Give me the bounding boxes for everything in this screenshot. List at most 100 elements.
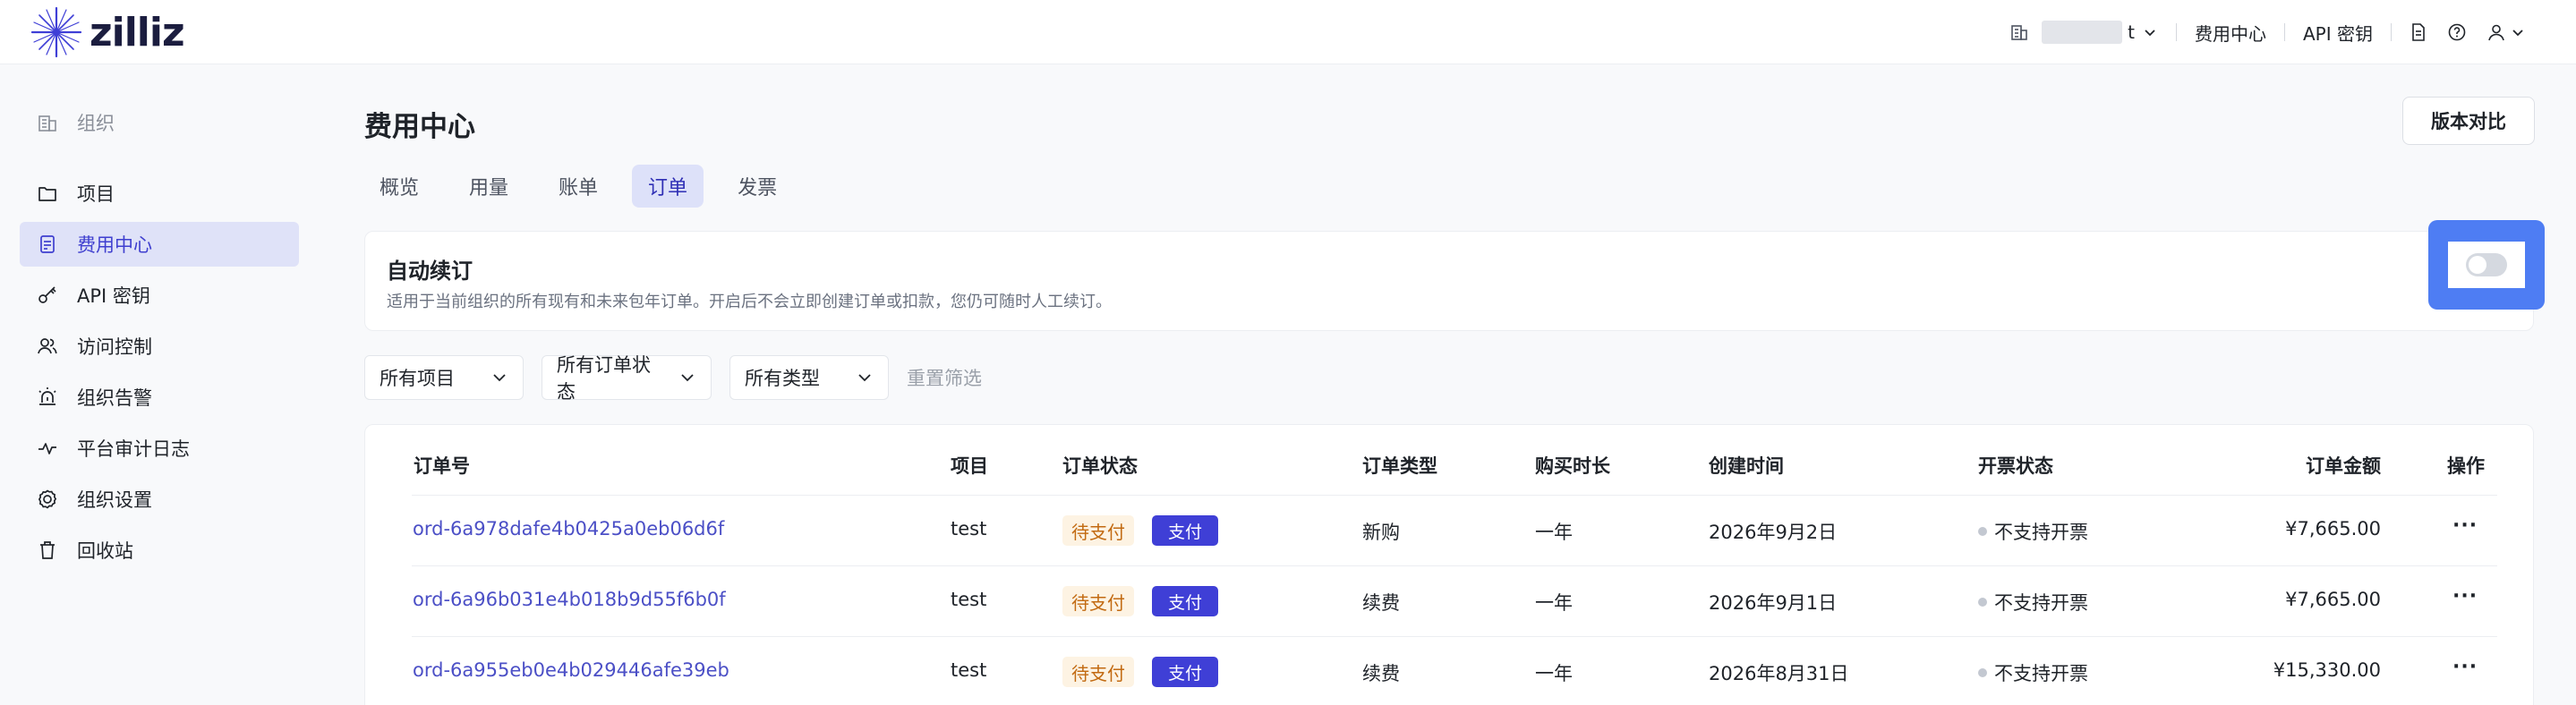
tab-orders[interactable]: 订单 <box>632 165 704 208</box>
divider <box>2391 23 2392 41</box>
pay-button[interactable]: 支付 <box>1152 657 1218 687</box>
row-divider <box>412 495 2497 496</box>
order-duration: 一年 <box>1535 522 1573 543</box>
sidebar-item-api-keys[interactable]: API 密钥 <box>20 273 299 318</box>
auto-renew-toggle-highlight <box>2428 220 2545 310</box>
sidebar-item-access-control[interactable]: 访问控制 <box>20 324 299 369</box>
alarm-icon <box>36 386 59 409</box>
document-icon <box>2410 22 2427 42</box>
status-badge: 待支付 <box>1062 657 1134 687</box>
invoice-status: 不支持开票 <box>1978 659 2088 686</box>
help-button[interactable] <box>2447 22 2467 42</box>
sidebar-item-org[interactable]: 组织 <box>20 100 299 145</box>
sidebar: 组织 项目 费用中心 API 密钥 访问控制 组织告警 平台审计日志 组织设置 … <box>0 64 322 705</box>
order-created: 2026年8月31日 <box>1709 663 1849 684</box>
more-actions-button[interactable]: ··· <box>2452 656 2478 678</box>
column-header-invoice-status: 开票状态 <box>1978 455 2053 477</box>
order-type: 续费 <box>1362 663 1400 684</box>
chevron-down-icon <box>2510 24 2526 40</box>
tab-overview[interactable]: 概览 <box>364 165 435 208</box>
auto-renew-card: 自动续订 适用于当前组织的所有现有和未来包年订单。开启后不会立即创建订单或扣款，… <box>364 231 2534 331</box>
tab-usage[interactable]: 用量 <box>453 165 525 208</box>
auto-renew-toggle[interactable] <box>2466 253 2507 276</box>
order-amount: ¥7,665.00 <box>2285 589 2381 610</box>
reset-filters-link[interactable]: 重置筛选 <box>907 364 982 391</box>
project-filter[interactable]: 所有项目 <box>364 355 524 400</box>
org-name-redacted <box>2042 21 2123 44</box>
zilliz-logo[interactable]: zilliz <box>29 4 185 61</box>
brand-name: zilliz <box>90 9 185 55</box>
order-project: test <box>951 518 987 539</box>
sidebar-item-audit-log[interactable]: 平台审计日志 <box>20 426 299 471</box>
order-project: test <box>951 659 987 681</box>
order-id-link[interactable]: ord-6a978dafe4b0425a0eb06d6f <box>413 518 724 539</box>
sidebar-item-label: 组织告警 <box>77 387 152 409</box>
billing-link[interactable]: 费用中心 <box>2195 20 2266 46</box>
auto-renew-toggle-area <box>2448 242 2525 288</box>
auto-renew-description: 适用于当前组织的所有现有和未来包年订单。开启后不会立即创建订单或扣款，您仍可随时… <box>387 293 1112 311</box>
order-project: test <box>951 589 987 610</box>
tab-invoices[interactable]: 发票 <box>721 165 793 208</box>
chevron-down-icon <box>490 369 508 386</box>
column-header-duration: 购买时长 <box>1535 455 1610 477</box>
column-header-order-id: 订单号 <box>414 455 470 477</box>
help-icon <box>2447 22 2467 42</box>
chevron-down-icon <box>856 369 874 386</box>
order-amount: ¥15,330.00 <box>2273 659 2381 681</box>
order-status-filter-value: 所有订单状态 <box>557 354 651 403</box>
invoice-status-text: 不支持开票 <box>1994 663 2088 684</box>
chevron-down-icon <box>678 369 696 386</box>
order-type: 续费 <box>1362 592 1400 614</box>
more-actions-button[interactable]: ··· <box>2452 514 2478 537</box>
pay-button[interactable]: 支付 <box>1152 586 1218 616</box>
row-divider <box>412 636 2497 637</box>
pay-button[interactable]: 支付 <box>1152 515 1218 546</box>
building-icon <box>2009 22 2029 42</box>
docs-button[interactable] <box>2410 22 2427 42</box>
order-status-filter[interactable]: 所有订单状态 <box>542 354 712 403</box>
order-type-filter-value: 所有类型 <box>745 368 820 389</box>
chevron-down-icon <box>2142 24 2158 40</box>
column-header-created: 创建时间 <box>1709 455 1784 477</box>
users-icon <box>36 335 59 358</box>
folder-icon <box>36 182 59 205</box>
project-filter-value: 所有项目 <box>380 368 455 389</box>
billing-tabs: 概览 用量 账单 订单 发票 <box>364 165 811 208</box>
sidebar-item-projects[interactable]: 项目 <box>20 171 299 216</box>
order-duration: 一年 <box>1535 592 1573 614</box>
user-icon <box>2486 22 2506 42</box>
status-badge: 待支付 <box>1062 515 1134 546</box>
sidebar-item-recycle-bin[interactable]: 回收站 <box>20 528 299 573</box>
building-icon <box>36 111 59 134</box>
column-header-type: 订单类型 <box>1362 455 1437 477</box>
gear-icon <box>36 488 59 511</box>
api-key-link[interactable]: API 密钥 <box>2303 20 2373 46</box>
column-header-status: 订单状态 <box>1062 455 1138 477</box>
org-switcher[interactable]: t <box>2009 21 2158 44</box>
top-right-menu: t 费用中心 API 密钥 <box>2009 0 2526 64</box>
sidebar-item-label: 平台审计日志 <box>77 438 190 460</box>
tab-bills[interactable]: 账单 <box>542 165 614 208</box>
orders-table: 订单号 项目 订单状态 订单类型 购买时长 创建时间 开票状态 订单金额 操作 … <box>364 424 2534 705</box>
order-type-filter[interactable]: 所有类型 <box>729 355 889 400</box>
org-name-suffix: t <box>2128 21 2135 43</box>
invoice-status-text: 不支持开票 <box>1994 522 2088 543</box>
more-actions-button[interactable]: ··· <box>2452 585 2478 607</box>
order-id-link[interactable]: ord-6a96b031e4b018b9d55f6b0f <box>413 589 726 610</box>
pulse-icon <box>36 437 59 460</box>
divider <box>2176 23 2177 41</box>
sidebar-item-org-alerts[interactable]: 组织告警 <box>20 375 299 420</box>
sidebar-item-billing[interactable]: 费用中心 <box>20 222 299 267</box>
sidebar-item-org-settings[interactable]: 组织设置 <box>20 477 299 522</box>
order-created: 2026年9月1日 <box>1709 592 1838 614</box>
order-created: 2026年9月2日 <box>1709 522 1838 543</box>
column-header-project: 项目 <box>951 455 988 477</box>
trash-icon <box>36 539 59 562</box>
compare-versions-button[interactable]: 版本对比 <box>2402 97 2535 145</box>
row-divider <box>412 565 2497 566</box>
status-dot <box>1978 668 1987 677</box>
order-id-link[interactable]: ord-6a955eb0e4b029446afe39eb <box>413 659 729 681</box>
user-menu[interactable] <box>2486 22 2526 42</box>
filter-bar: 所有项目 所有订单状态 所有类型 重置筛选 <box>364 354 982 403</box>
auto-renew-title: 自动续订 <box>387 259 473 284</box>
